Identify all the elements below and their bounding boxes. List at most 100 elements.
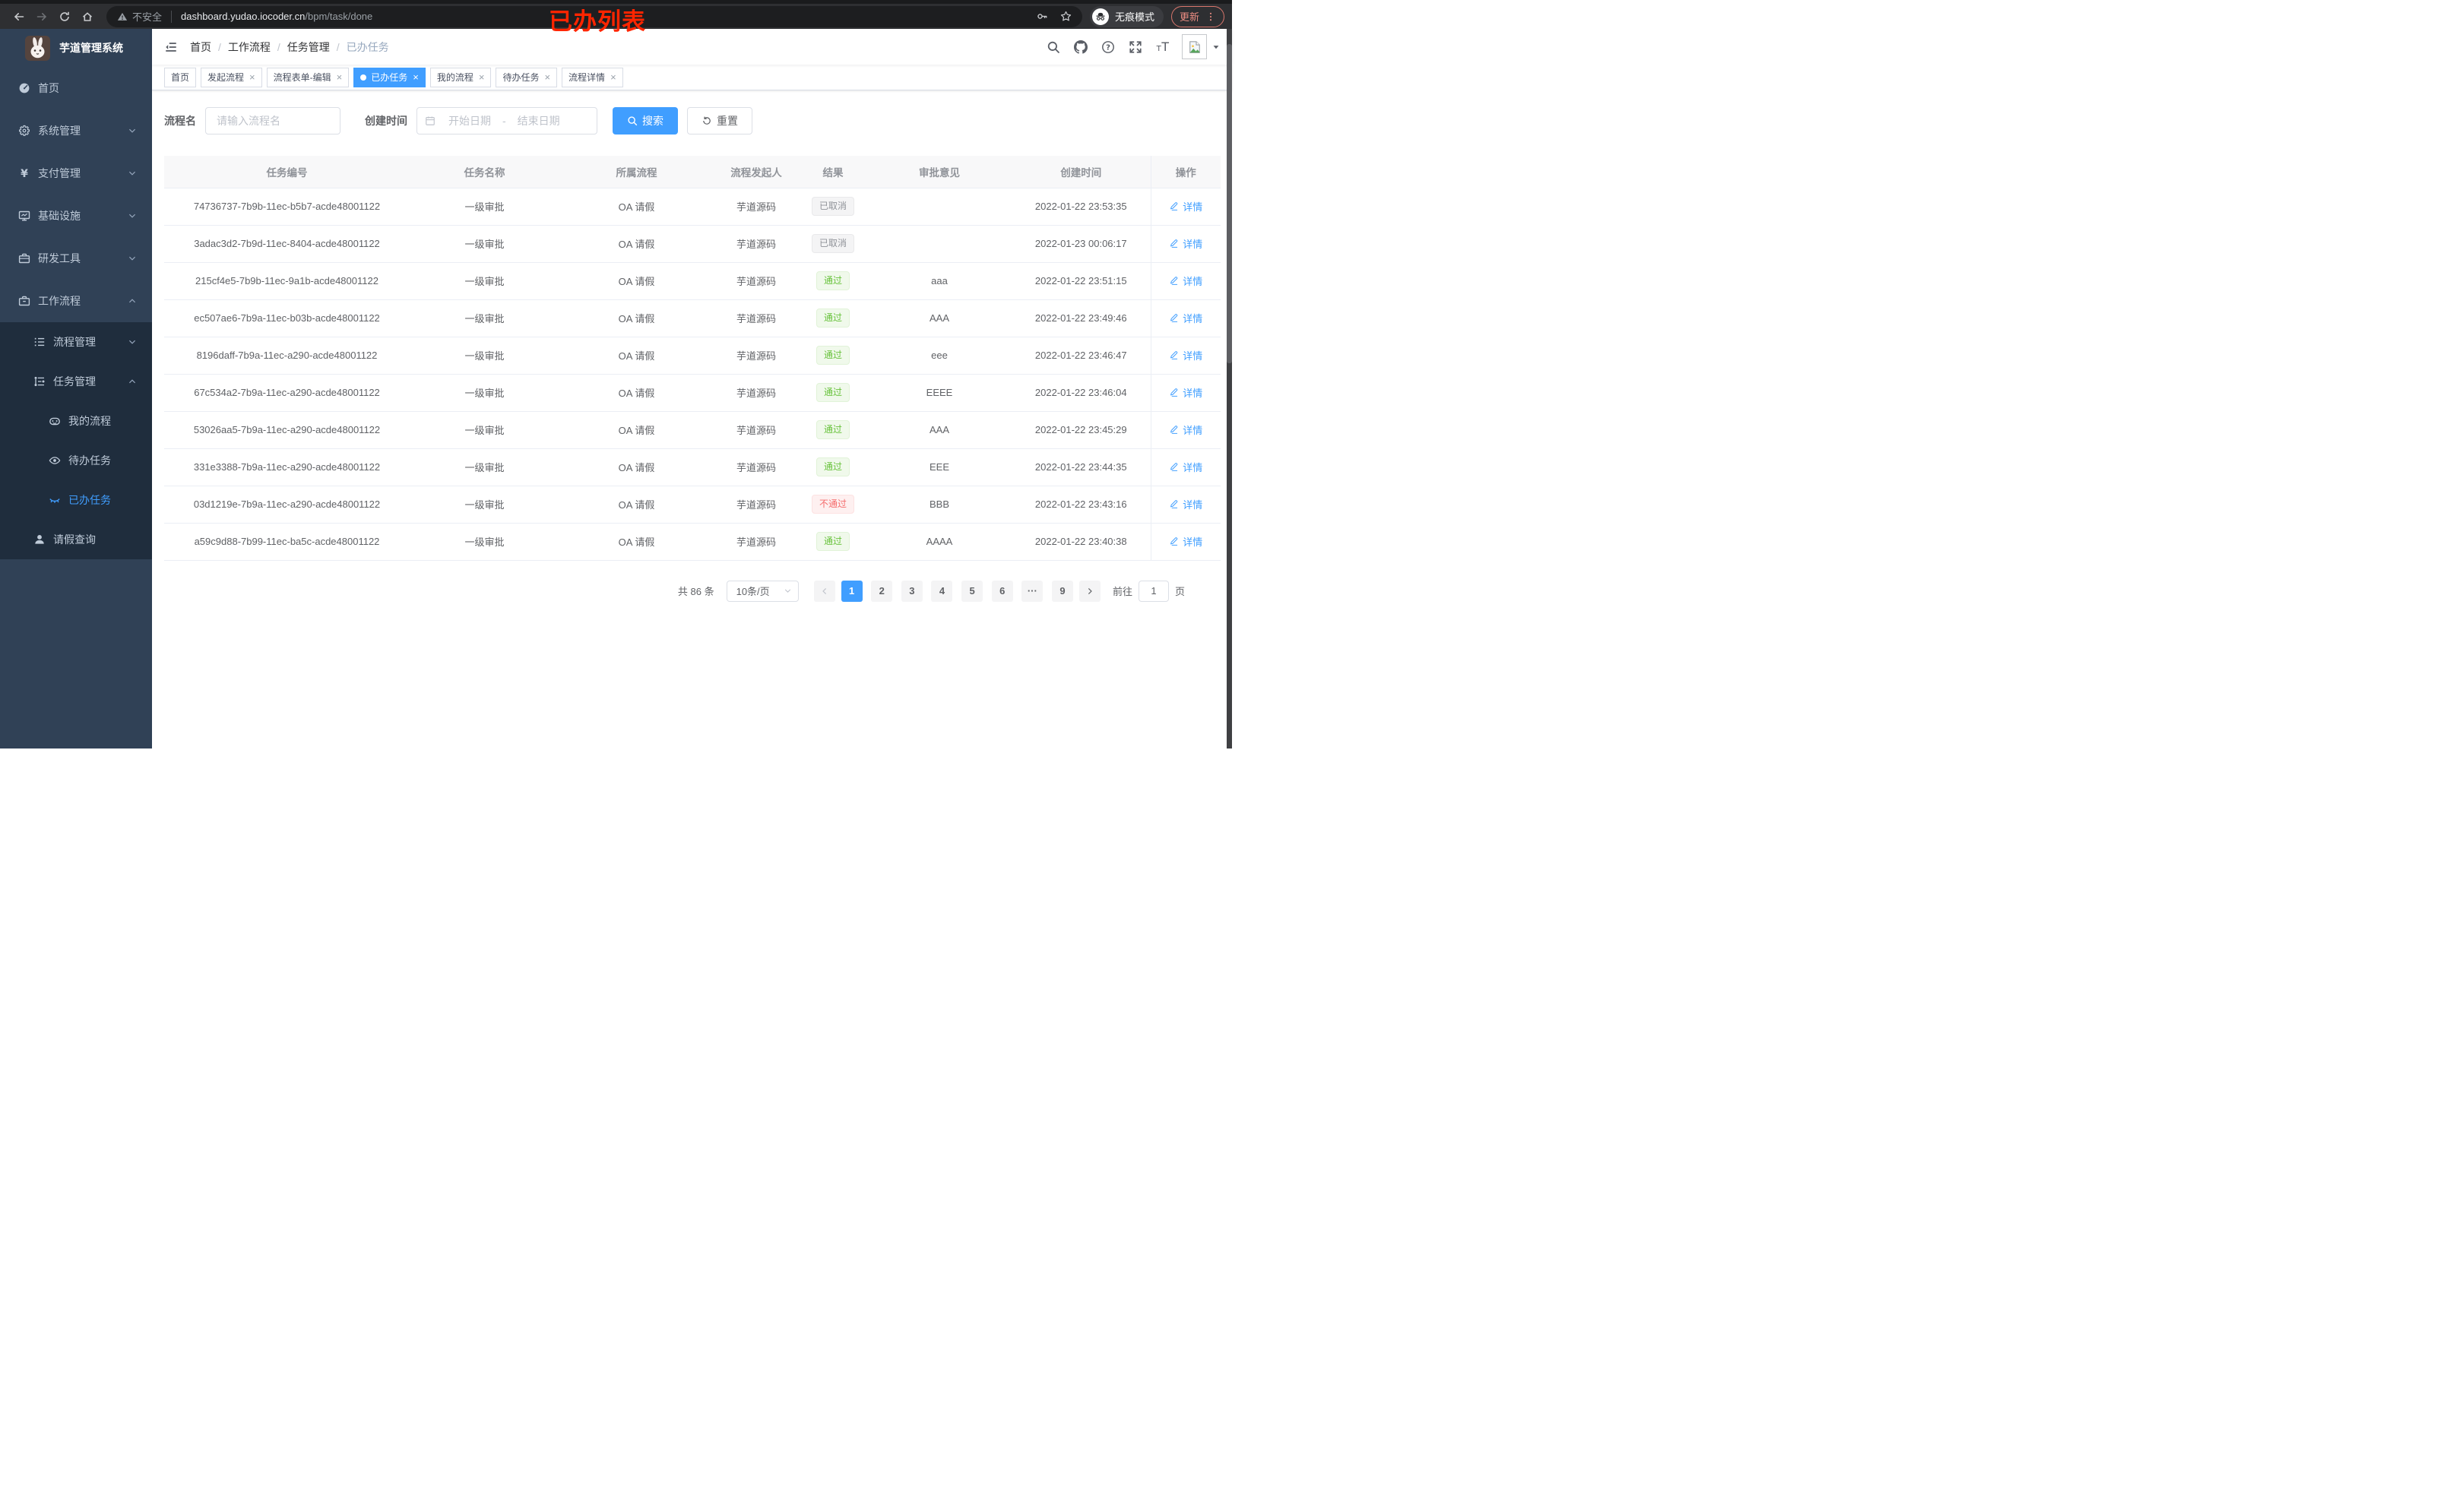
font-size-icon[interactable]: TT <box>1156 40 1170 54</box>
goto-page-input[interactable] <box>1138 580 1169 602</box>
start-date-input[interactable] <box>439 115 501 127</box>
view-tab[interactable]: 待办任务 × <box>496 67 558 87</box>
sidebar-menu-item[interactable]: 工作流程 <box>0 280 152 322</box>
sidebar-menu-item[interactable]: 首页 <box>0 67 152 109</box>
chevron-icon <box>128 337 137 347</box>
detail-button[interactable]: 详情 <box>1169 497 1202 511</box>
close-icon[interactable]: × <box>413 72 419 82</box>
detail-button[interactable]: 详情 <box>1169 274 1202 288</box>
result-badge: 通过 <box>816 532 850 551</box>
help-icon[interactable]: ? <box>1101 40 1115 54</box>
cell-process: OA 请假 <box>559 523 714 561</box>
sidebar-menu-item[interactable]: 基础设施 <box>0 195 152 237</box>
cell-actions: 详情 <box>1150 448 1221 486</box>
browser-reload-icon[interactable] <box>59 11 71 23</box>
detail-button[interactable]: 详情 <box>1169 460 1202 474</box>
view-tab[interactable]: 我的流程 × <box>429 67 492 87</box>
view-tab[interactable]: 发起流程 × <box>201 67 262 87</box>
detail-button[interactable]: 详情 <box>1169 348 1202 362</box>
page-button[interactable]: 4 <box>931 580 953 602</box>
page-button[interactable]: 1 <box>841 580 863 602</box>
fullscreen-icon[interactable] <box>1129 40 1142 54</box>
detail-button[interactable]: 详情 <box>1169 236 1202 251</box>
scrollbar-thumb[interactable] <box>1227 44 1232 363</box>
close-icon[interactable]: × <box>544 72 550 82</box>
breadcrumb-item[interactable]: 任务管理 <box>287 40 330 55</box>
tab-label: 发起流程 <box>207 72 245 83</box>
reset-button[interactable]: 重置 <box>687 107 752 135</box>
sidebar-menu-item[interactable]: 研发工具 <box>0 237 152 280</box>
date-range-picker[interactable]: - <box>416 107 597 135</box>
table-row: 8196daff-7b9a-11ec-a290-acde48001122 一级审… <box>164 337 1221 375</box>
app-title: 芋道管理系统 <box>59 42 123 54</box>
sidebar-menu-item[interactable]: 待办任务 <box>0 441 152 480</box>
browser-menu-icon[interactable] <box>1205 11 1216 22</box>
search-icon[interactable] <box>1047 40 1060 54</box>
bookmark-star-icon[interactable] <box>1060 11 1072 22</box>
browser-forward-icon[interactable] <box>36 11 48 23</box>
chevron-icon <box>128 126 137 135</box>
cell-created: 2022-01-22 23:40:38 <box>1012 523 1151 561</box>
breadcrumb-separator: / <box>336 40 340 53</box>
detail-button[interactable]: 详情 <box>1169 385 1202 400</box>
page-button[interactable]: 3 <box>901 580 923 602</box>
eye-icon <box>49 454 61 467</box>
sidebar-toggle-icon[interactable] <box>164 40 178 54</box>
breadcrumb-item[interactable]: 工作流程 <box>228 40 271 55</box>
detail-button[interactable]: 详情 <box>1169 199 1202 214</box>
sidebar-menu-item[interactable]: 系统管理 <box>0 109 152 152</box>
process-name-input[interactable] <box>205 107 340 135</box>
sidebar-menu-item[interactable]: 已办任务 <box>0 480 152 520</box>
page-button[interactable]: 6 <box>991 580 1013 602</box>
page-button[interactable]: 2 <box>871 580 893 602</box>
view-tab[interactable]: 流程详情 × <box>562 67 623 87</box>
detail-button[interactable]: 详情 <box>1169 423 1202 437</box>
sidebar-menu-item[interactable]: 请假查询 <box>0 520 152 559</box>
table-row: 03d1219e-7b9a-11ec-a290-acde48001122 一级审… <box>164 486 1221 524</box>
avatar[interactable] <box>1182 34 1207 59</box>
view-tab[interactable]: 流程表单-编辑 × <box>266 67 350 87</box>
view-tab[interactable]: 已办任务 × <box>353 67 426 87</box>
caret-down-icon[interactable] <box>1212 43 1220 51</box>
password-key-icon[interactable] <box>1037 11 1048 22</box>
dashboard-icon <box>18 82 30 94</box>
sidebar-menu-item[interactable]: ¥ 支付管理 <box>0 152 152 195</box>
page-size-select[interactable]: 10条/页 <box>726 580 799 602</box>
close-icon[interactable]: × <box>479 72 485 82</box>
cell-created: 2022-01-22 23:46:47 <box>1012 337 1151 375</box>
sidebar-menu-item[interactable]: 任务管理 <box>0 362 152 401</box>
breadcrumb-item[interactable]: 首页 <box>190 40 211 55</box>
end-date-input[interactable] <box>507 115 570 127</box>
page-button[interactable]: 5 <box>961 580 983 602</box>
view-tab[interactable]: 首页 <box>164 67 197 87</box>
search-button[interactable]: 搜索 <box>613 107 678 135</box>
tab-label: 首页 <box>171 72 190 83</box>
prev-page-button[interactable] <box>813 580 835 602</box>
next-page-button[interactable] <box>1078 580 1101 602</box>
tabs-bar: 首页 发起流程 × 流程表单-编辑 × 已办任务 × 我的流程 × 待办任务 ×… <box>152 65 1232 90</box>
close-icon[interactable]: × <box>610 72 616 82</box>
col-result: 结果 <box>799 156 867 188</box>
page-size-value: 10条/页 <box>736 586 770 597</box>
sidebar-item-label: 我的流程 <box>68 415 111 427</box>
detail-button[interactable]: 详情 <box>1169 311 1202 325</box>
scrollbar[interactable] <box>1227 29 1232 748</box>
svg-text:T: T <box>1161 40 1169 54</box>
close-icon[interactable]: × <box>337 72 343 82</box>
result-badge: 不通过 <box>811 495 854 514</box>
incognito-icon <box>1091 8 1109 25</box>
page-button[interactable]: ··· <box>1021 580 1044 602</box>
breadcrumb-item[interactable]: 已办任务 <box>347 40 389 55</box>
browser-update-button[interactable]: 更新 <box>1170 5 1224 27</box>
github-icon[interactable] <box>1074 40 1088 54</box>
browser-home-icon[interactable] <box>81 11 93 23</box>
table-row: a59c9d88-7b99-11ec-ba5c-acde48001122 一级审… <box>164 523 1221 561</box>
detail-button[interactable]: 详情 <box>1169 534 1202 549</box>
sidebar-menu-item[interactable]: 流程管理 <box>0 322 152 362</box>
browser-back-icon[interactable] <box>13 11 25 23</box>
sidebar-menu-item[interactable]: 我的流程 <box>0 401 152 441</box>
edit-pen-icon <box>1169 462 1179 472</box>
col-starter: 流程发起人 <box>714 156 799 188</box>
page-button[interactable]: 9 <box>1051 580 1073 602</box>
close-icon[interactable]: × <box>249 72 255 82</box>
